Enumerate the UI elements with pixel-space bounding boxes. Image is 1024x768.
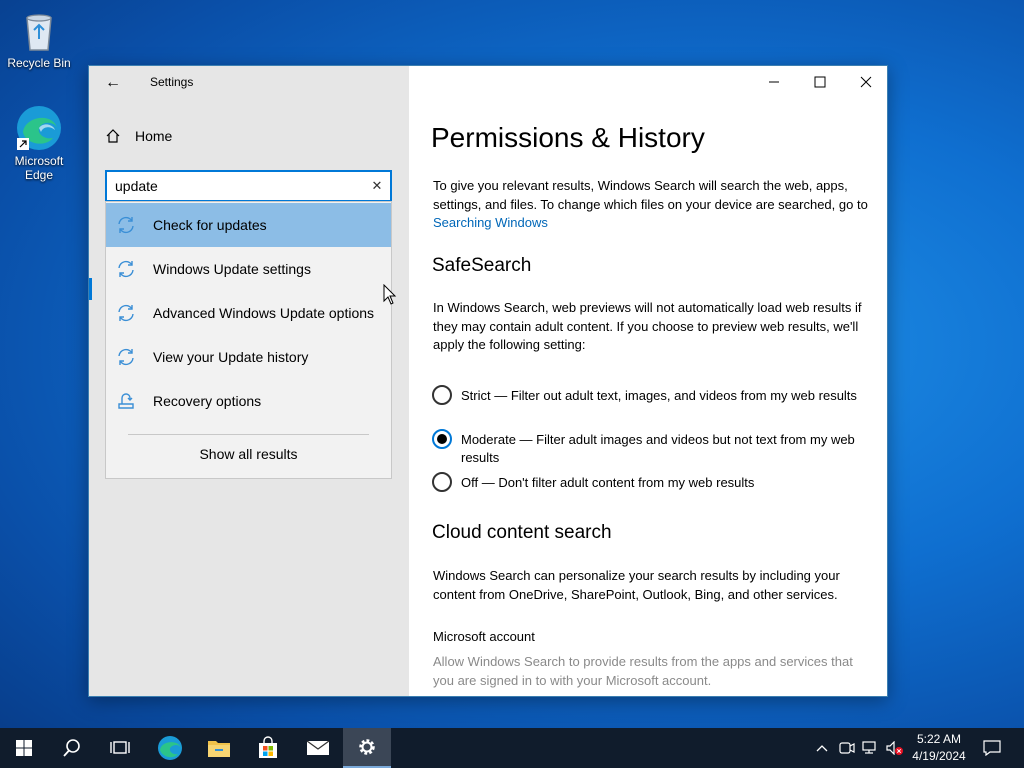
store-icon <box>259 736 277 758</box>
taskbar-clock[interactable]: 5:22 AM 4/19/2024 <box>908 731 970 765</box>
search-result-label: Check for updates <box>153 217 267 233</box>
search-result-label: Windows Update settings <box>153 261 311 277</box>
start-button[interactable] <box>0 728 48 768</box>
taskbar: 5:22 AM 4/19/2024 <box>0 728 1024 768</box>
nav-home-label: Home <box>135 128 173 144</box>
search-box[interactable]: ✕ <box>105 170 392 202</box>
selection-marker <box>89 278 92 300</box>
search-result-windows-update-settings[interactable]: Windows Update settings <box>106 247 391 291</box>
search-result-label: Advanced Windows Update options <box>153 305 375 321</box>
task-view-button[interactable] <box>96 728 144 768</box>
content-pane: Permissions & History To give you releva… <box>409 66 887 696</box>
radio-button[interactable] <box>432 472 452 492</box>
action-center-button[interactable] <box>978 728 1006 768</box>
safesearch-heading: SafeSearch <box>432 255 532 276</box>
search-input[interactable] <box>115 176 365 196</box>
close-button[interactable] <box>843 66 887 98</box>
nav-home[interactable]: Home <box>105 128 172 144</box>
task-view-icon <box>110 741 130 754</box>
safesearch-option-strict[interactable]: Strict — Filter out adult text, images, … <box>432 385 872 405</box>
notifications-icon <box>983 740 1001 756</box>
cloud-search-heading: Cloud content search <box>432 522 612 543</box>
tray-meet-button[interactable] <box>836 728 858 768</box>
search-result-label: View your Update history <box>153 349 309 365</box>
settings-window: ← Settings Home ✕ Check for update <box>88 65 888 697</box>
intro-text-body: To give you relevant results, Windows Se… <box>433 178 868 212</box>
searching-windows-link[interactable]: Searching Windows <box>433 215 548 230</box>
clock-date: 4/19/2024 <box>912 749 966 763</box>
taskbar-edge-button[interactable] <box>146 728 194 768</box>
radio-button[interactable] <box>432 385 452 405</box>
search-result-advanced-update-options[interactable]: Advanced Windows Update options <box>106 291 391 335</box>
sync-icon <box>118 260 134 278</box>
clock-time: 5:22 AM <box>916 732 962 746</box>
maximize-button[interactable] <box>797 66 843 98</box>
taskbar-search-button[interactable] <box>48 728 96 768</box>
microsoft-account-heading: Microsoft account <box>433 629 535 644</box>
home-icon <box>106 129 120 143</box>
cloud-search-description: Windows Search can personalize your sear… <box>433 568 840 602</box>
tray-volume-button[interactable] <box>884 728 906 768</box>
search-result-check-for-updates[interactable]: Check for updates <box>106 203 391 247</box>
file-explorer-icon <box>208 741 230 757</box>
minimize-icon <box>769 81 779 83</box>
settings-icon <box>359 739 375 755</box>
sync-icon <box>118 348 134 366</box>
page-title: Permissions & History <box>431 122 705 153</box>
show-all-results-link[interactable]: Show all results <box>106 446 391 462</box>
radio-label: Off — Don't filter adult content from my… <box>461 475 755 490</box>
recovery-icon <box>118 393 134 409</box>
taskbar-mail-button[interactable] <box>294 728 342 768</box>
search-icon <box>63 739 80 757</box>
chevron-up-icon <box>816 745 828 752</box>
maximize-icon <box>814 76 826 88</box>
back-button[interactable]: ← <box>101 72 125 94</box>
microsoft-account-description: Allow Windows Search to provide results … <box>433 654 853 688</box>
radio-label: Strict — Filter out adult text, images, … <box>461 388 857 403</box>
taskbar-store-button[interactable] <box>244 728 292 768</box>
mail-icon <box>306 740 330 755</box>
left-pane: ← Settings Home ✕ Check for update <box>89 66 409 696</box>
desktop-icon-label: Recycle Bin <box>7 56 71 70</box>
volume-muted-icon <box>886 741 903 755</box>
desktop-icon-recycle-bin[interactable]: Recycle Bin <box>3 6 75 70</box>
tray-network-button[interactable] <box>860 728 882 768</box>
meet-now-icon <box>839 742 855 754</box>
intro-text: To give you relevant results, Windows Se… <box>433 177 873 233</box>
start-icon <box>16 740 32 756</box>
minimize-button[interactable] <box>751 66 797 98</box>
close-icon: ✕ <box>371 178 383 193</box>
taskbar-file-explorer-button[interactable] <box>195 728 243 768</box>
safesearch-option-off[interactable]: Off — Don't filter adult content from my… <box>432 472 872 492</box>
close-icon <box>860 76 872 88</box>
show-hidden-icons-button[interactable] <box>812 728 832 768</box>
safesearch-option-moderate[interactable]: Moderate — Filter adult images and video… <box>432 429 872 467</box>
desktop-icon-label: Microsoft Edge <box>14 154 64 182</box>
edge-icon <box>15 104 63 152</box>
window-title: Settings <box>150 75 194 89</box>
search-result-update-history[interactable]: View your Update history <box>106 335 391 379</box>
radio-label: Moderate — Filter adult images and video… <box>461 432 855 465</box>
safesearch-description: In Windows Search, web previews will not… <box>433 300 862 352</box>
recycle-bin-icon <box>15 6 63 54</box>
mouse-cursor-icon <box>383 284 397 305</box>
network-icon <box>862 741 876 754</box>
desktop-icon-edge[interactable]: Microsoft Edge <box>3 104 75 182</box>
back-arrow-icon: ← <box>105 74 121 91</box>
results-divider <box>128 434 369 435</box>
clear-search-button[interactable]: ✕ <box>370 178 384 194</box>
taskbar-settings-button[interactable] <box>343 728 391 768</box>
edge-icon <box>158 736 182 760</box>
radio-button-selected[interactable] <box>432 429 452 449</box>
search-result-label: Recovery options <box>153 393 262 409</box>
search-result-recovery-options[interactable]: Recovery options <box>106 379 391 423</box>
sync-icon <box>118 216 134 234</box>
search-results-dropdown: Check for updates Windows Update setting… <box>105 201 392 479</box>
sync-icon <box>118 304 134 322</box>
